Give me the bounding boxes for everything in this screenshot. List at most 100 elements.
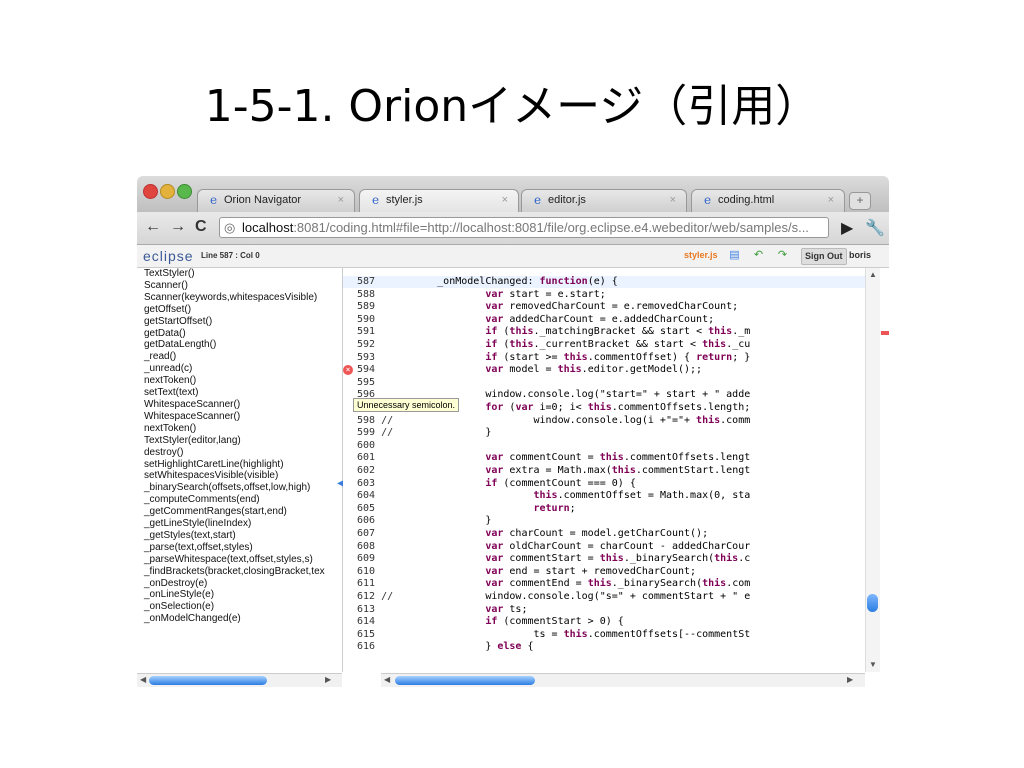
code-line[interactable]: 602 var extra = Math.max(this.commentSta… xyxy=(343,465,873,477)
code-line[interactable]: 605 return; xyxy=(343,503,873,515)
code-line[interactable]: 589 var removedCharCount = e.removedChar… xyxy=(343,301,873,313)
code-line[interactable]: 598 // window.console.log(i +"="+ this.c… xyxy=(343,415,873,427)
code-line[interactable]: 592 if (this._currentBracket && start < … xyxy=(343,339,873,351)
outline-item[interactable]: nextToken() xyxy=(137,423,342,435)
wrench-icon[interactable]: 🔧 xyxy=(865,218,885,238)
scroll-left-icon[interactable]: ◀ xyxy=(384,675,390,684)
save-icon[interactable]: ▤ xyxy=(727,248,742,263)
outline-item[interactable]: WhitespaceScanner() xyxy=(137,411,342,423)
line-number: 606 xyxy=(357,515,376,527)
code-line[interactable]: 614 if (commentStart > 0) { xyxy=(343,616,873,628)
scroll-down-icon[interactable]: ▼ xyxy=(869,660,877,669)
outline-item[interactable]: _onModelChanged(e) xyxy=(137,613,342,625)
code-line[interactable]: 607 var charCount = model.getCharCount()… xyxy=(343,528,873,540)
outline-scroll-thumb[interactable] xyxy=(149,676,267,685)
outline-item[interactable]: TextStyler() xyxy=(137,268,342,280)
outline-item[interactable]: getData() xyxy=(137,328,342,340)
code-line[interactable]: 587 _onModelChanged: function(e) { xyxy=(343,276,873,288)
outline-item[interactable]: _onSelection(e) xyxy=(137,601,342,613)
eclipse-logo[interactable]: eclipse xyxy=(143,248,194,264)
code-line[interactable]: 600 xyxy=(343,440,873,452)
code-line[interactable]: 601 var commentCount = this.commentOffse… xyxy=(343,452,873,464)
redo-icon[interactable]: ↷ xyxy=(775,248,790,263)
close-tab-icon[interactable]: × xyxy=(338,194,344,206)
outline-item[interactable]: _unread(c) xyxy=(137,363,342,375)
editor-horizontal-scrollbar[interactable]: ◀ ▶ xyxy=(381,673,865,687)
scroll-right-icon[interactable]: ▶ xyxy=(325,675,331,684)
outline-item[interactable]: _onDestroy(e) xyxy=(137,578,342,590)
outline-item[interactable]: _read() xyxy=(137,351,342,363)
tab-coding-html[interactable]: e coding.html × xyxy=(691,189,845,212)
line-number: 611 xyxy=(357,578,376,590)
new-tab-button[interactable]: + xyxy=(849,192,871,210)
outline-item[interactable]: Scanner(keywords,whitespacesVisible) xyxy=(137,292,342,304)
code-line[interactable]: 612 // window.console.log("s=" + comment… xyxy=(343,591,873,603)
scroll-up-icon[interactable]: ▲ xyxy=(869,270,877,279)
outline-item[interactable]: getOffset() xyxy=(137,304,342,316)
code-text: if (this._matchingBracket && start < thi… xyxy=(485,326,751,338)
outline-item[interactable]: _binarySearch(offsets,offset,low,high) xyxy=(137,482,342,494)
outline-item[interactable]: _findBrackets(bracket,closingBracket,tex xyxy=(137,566,342,578)
outline-item[interactable]: getDataLength() xyxy=(137,339,342,351)
error-marker[interactable] xyxy=(881,331,889,335)
page-menu-icon[interactable]: ▶ xyxy=(841,218,853,238)
scroll-left-icon[interactable]: ◀ xyxy=(140,675,146,684)
code-line[interactable]: 610 var end = start + removedCharCount; xyxy=(343,566,873,578)
outline-horizontal-scrollbar[interactable]: ◀ ▶ xyxy=(137,673,342,687)
outline-item[interactable]: _getStyles(text,start) xyxy=(137,530,342,542)
scroll-right-icon[interactable]: ▶ xyxy=(847,675,853,684)
code-line[interactable]: 611 var commentEnd = this._binarySearch(… xyxy=(343,578,873,590)
code-line[interactable]: 590 var addedCharCount = e.addedCharCoun… xyxy=(343,314,873,326)
outline-item[interactable]: _onLineStyle(e) xyxy=(137,589,342,601)
code-editor[interactable]: 587 _onModelChanged: function(e) {588 va… xyxy=(343,268,873,672)
tab-orion-navigator[interactable]: e Orion Navigator × xyxy=(197,189,355,212)
close-window-button[interactable] xyxy=(143,184,158,199)
code-line[interactable]: 609 var commentStart = this._binarySearc… xyxy=(343,553,873,565)
outline-item[interactable]: WhitespaceScanner() xyxy=(137,399,342,411)
outline-item[interactable]: TextStyler(editor,lang) xyxy=(137,435,342,447)
outline-item[interactable]: _getLineStyle(lineIndex) xyxy=(137,518,342,530)
code-line[interactable]: 615 ts = this.commentOffsets[--commentSt xyxy=(343,629,873,641)
forward-button[interactable]: → xyxy=(170,218,186,236)
tab-editor-js[interactable]: e editor.js × xyxy=(521,189,687,212)
vertical-scroll-thumb[interactable] xyxy=(867,594,878,612)
tab-styler-js[interactable]: e styler.js × xyxy=(359,189,519,212)
code-line[interactable]: 606 } xyxy=(343,515,873,527)
outline-item[interactable]: _parseWhitespace(text,offset,styles,s) xyxy=(137,554,342,566)
code-line[interactable]: 608 var oldCharCount = charCount - added… xyxy=(343,541,873,553)
file-name[interactable]: styler.js xyxy=(684,250,718,260)
code-line[interactable]: 604 this.commentOffset = Math.max(0, sta xyxy=(343,490,873,502)
outline-item[interactable]: _computeComments(end) xyxy=(137,494,342,506)
reload-button[interactable]: C xyxy=(195,218,207,236)
code-line[interactable]: 591 if (this._matchingBracket && start <… xyxy=(343,326,873,338)
back-button[interactable]: ← xyxy=(145,218,161,236)
address-bar[interactable]: ◎ localhost:8081/coding.html#file=http:/… xyxy=(219,217,829,238)
outline-item[interactable]: nextToken() xyxy=(137,375,342,387)
outline-item[interactable]: _getCommentRanges(start,end) xyxy=(137,506,342,518)
editor-scroll-thumb[interactable] xyxy=(395,676,535,685)
sign-out-button[interactable]: Sign Out xyxy=(801,248,847,265)
outline-item[interactable]: getStartOffset() xyxy=(137,316,342,328)
code-line[interactable]: 613 var ts; xyxy=(343,604,873,616)
outline-item[interactable]: _parse(text,offset,styles) xyxy=(137,542,342,554)
code-line[interactable]: 588 var start = e.start; xyxy=(343,289,873,301)
outline-item[interactable]: setWhitespacesVisible(visible) xyxy=(137,470,342,482)
close-tab-icon[interactable]: × xyxy=(502,194,508,206)
undo-icon[interactable]: ↶ xyxy=(751,248,766,263)
editor-vertical-scrollbar[interactable]: ▲ ▼ xyxy=(865,268,880,672)
code-line[interactable]: 603 if (commentCount === 0) { xyxy=(343,478,873,490)
outline-item[interactable]: setText(text) xyxy=(137,387,342,399)
code-line[interactable]: 599 // } xyxy=(343,427,873,439)
outline-item[interactable]: Scanner() xyxy=(137,280,342,292)
close-tab-icon[interactable]: × xyxy=(828,194,834,206)
code-line[interactable]: 616 } else { xyxy=(343,641,873,653)
code-line[interactable]: 595 xyxy=(343,377,873,389)
close-tab-icon[interactable]: × xyxy=(670,194,676,206)
code-line[interactable]: 593 if (start >= this.commentOffset) { r… xyxy=(343,352,873,364)
error-icon[interactable]: × xyxy=(343,365,353,376)
zoom-window-button[interactable] xyxy=(177,184,192,199)
outline-item[interactable]: destroy() xyxy=(137,447,342,459)
minimize-window-button[interactable] xyxy=(160,184,175,199)
code-line[interactable]: × 594 var model = this.editor.getModel();… xyxy=(343,364,873,376)
outline-item[interactable]: setHighlightCaretLine(highlight) xyxy=(137,459,342,471)
